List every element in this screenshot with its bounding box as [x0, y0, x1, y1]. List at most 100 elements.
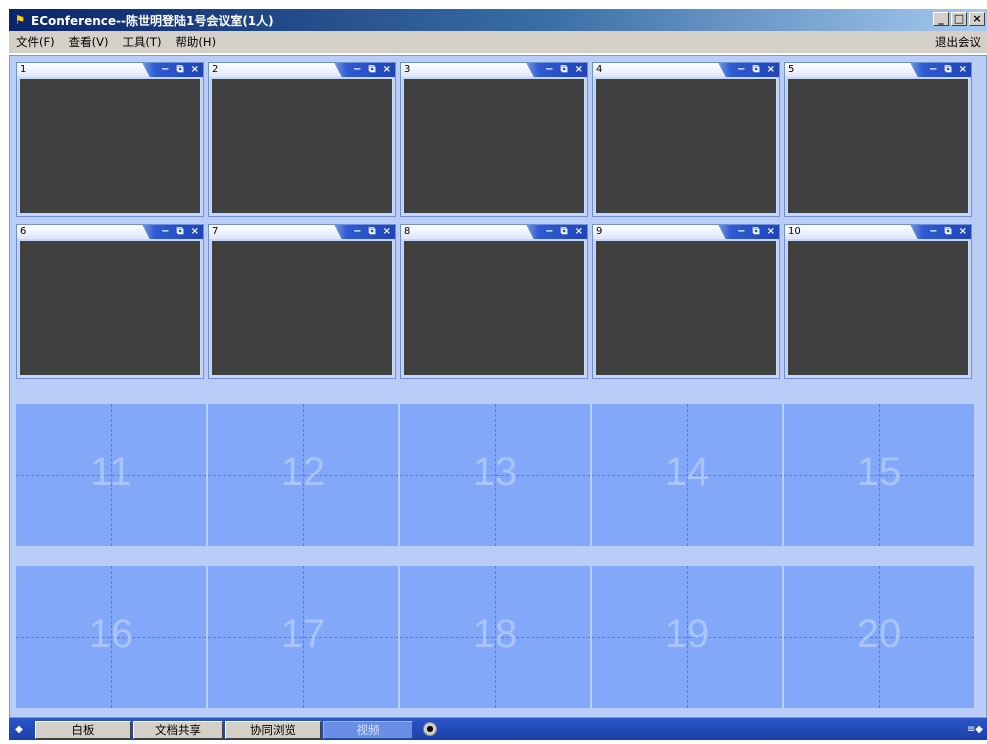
video-window-buttons: − ⧉ × [161, 225, 199, 239]
video-row-1: 1− ⧉ × 2− ⧉ × 3− ⧉ × 4− ⧉ × 5− ⧉ × [16, 62, 972, 217]
minimize-icon[interactable]: − [545, 63, 553, 77]
app-logo-icon: ⚑ [14, 13, 26, 27]
close-icon[interactable]: × [383, 63, 391, 77]
video-window-header: 9 − ⧉ × [593, 225, 779, 239]
close-icon[interactable]: × [575, 63, 583, 77]
video-window-header: 6 − ⧉ × [17, 225, 203, 239]
empty-video-slot: 14 [592, 404, 782, 546]
video-window-buttons: − ⧉ × [353, 225, 391, 239]
close-icon[interactable]: × [575, 225, 583, 239]
video-screen [596, 79, 776, 213]
video-window-header: 3 − ⧉ × [401, 63, 587, 77]
empty-video-slot: 12 [208, 404, 398, 546]
tab-bar: ◆ 白板 文档共享 协同浏览 视频 ● ≡◆ [9, 718, 987, 740]
minimize-icon[interactable]: − [545, 225, 553, 239]
close-icon[interactable]: × [767, 225, 775, 239]
video-window-buttons: − ⧉ × [929, 63, 967, 77]
video-row-2: 6− ⧉ × 7− ⧉ × 8− ⧉ × 9− ⧉ × 10− ⧉ × [16, 224, 972, 379]
video-window-buttons: − ⧉ × [737, 225, 775, 239]
video-window[interactable]: 4 − ⧉ × [592, 62, 780, 217]
video-window-buttons: − ⧉ × [353, 63, 391, 77]
restore-icon[interactable]: ⧉ [560, 63, 567, 77]
close-icon[interactable]: × [959, 225, 967, 239]
video-window[interactable]: 3 − ⧉ × [400, 62, 588, 217]
minimize-icon[interactable]: − [929, 225, 937, 239]
menu-view[interactable]: 查看(V) [62, 34, 116, 50]
video-window-header: 8 − ⧉ × [401, 225, 587, 239]
video-window-buttons: − ⧉ × [929, 225, 967, 239]
video-window-header: 7 − ⧉ × [209, 225, 395, 239]
video-window-number: 7 [212, 226, 219, 237]
empty-video-slot: 19 [592, 566, 782, 708]
minimize-icon[interactable]: − [929, 63, 937, 77]
video-window[interactable]: 7 − ⧉ × [208, 224, 396, 379]
exit-meeting-button[interactable]: 退出会议 [935, 34, 981, 50]
video-window-header: 1 − ⧉ × [17, 63, 203, 77]
empty-video-slot: 18 [400, 566, 590, 708]
minimize-icon[interactable]: − [161, 225, 169, 239]
close-icon[interactable]: × [959, 63, 967, 77]
restore-icon[interactable]: ⧉ [944, 225, 951, 239]
tab-whiteboard[interactable]: 白板 [35, 721, 131, 739]
video-window-header: 2 − ⧉ × [209, 63, 395, 77]
video-window-header: 10 − ⧉ × [785, 225, 971, 239]
slot-number: 20 [856, 612, 902, 656]
tab-scroll-left-icon[interactable]: ◆ [9, 724, 29, 735]
video-window[interactable]: 9 − ⧉ × [592, 224, 780, 379]
menu-tools[interactable]: 工具(T) [115, 34, 168, 50]
minimize-icon[interactable]: − [737, 225, 745, 239]
maximize-button[interactable]: □ [951, 12, 967, 26]
empty-video-slot: 20 [784, 566, 974, 708]
slot-number: 15 [856, 450, 902, 494]
close-icon[interactable]: × [383, 225, 391, 239]
restore-icon[interactable]: ⧉ [176, 225, 183, 239]
minimize-button[interactable]: _ [933, 12, 949, 26]
video-screen [404, 241, 584, 375]
restore-icon[interactable]: ⧉ [368, 63, 375, 77]
video-window[interactable]: 10 − ⧉ × [784, 224, 972, 379]
video-window-number: 4 [596, 64, 603, 75]
restore-icon[interactable]: ⧉ [944, 63, 951, 77]
tab-co-browse[interactable]: 协同浏览 [225, 721, 321, 739]
restore-icon[interactable]: ⧉ [560, 225, 567, 239]
tab-document-share[interactable]: 文档共享 [133, 721, 223, 739]
restore-icon[interactable]: ⧉ [176, 63, 183, 77]
tab-menu-icon[interactable]: ● [423, 722, 437, 736]
menu-help[interactable]: 帮助(H) [168, 34, 223, 50]
video-screen [212, 241, 392, 375]
close-icon[interactable]: × [191, 225, 199, 239]
restore-icon[interactable]: ⧉ [752, 225, 759, 239]
video-window[interactable]: 6 − ⧉ × [16, 224, 204, 379]
slot-number: 17 [280, 612, 326, 656]
video-window[interactable]: 2 − ⧉ × [208, 62, 396, 217]
video-window-number: 5 [788, 64, 795, 75]
slot-number: 16 [88, 612, 134, 656]
minimize-icon[interactable]: − [353, 63, 361, 77]
empty-video-slot: 15 [784, 404, 974, 546]
tab-video[interactable]: 视频 [323, 721, 413, 739]
video-window-buttons: − ⧉ × [545, 63, 583, 77]
close-icon[interactable]: × [191, 63, 199, 77]
minimize-icon[interactable]: − [353, 225, 361, 239]
video-screen [788, 79, 968, 213]
minimize-icon[interactable]: − [161, 63, 169, 77]
close-icon[interactable]: × [767, 63, 775, 77]
empty-video-slot: 17 [208, 566, 398, 708]
menu-file[interactable]: 文件(F) [9, 34, 62, 50]
minimize-icon[interactable]: − [737, 63, 745, 77]
video-window[interactable]: 5 − ⧉ × [784, 62, 972, 217]
restore-icon[interactable]: ⧉ [368, 225, 375, 239]
video-screen [596, 241, 776, 375]
restore-icon[interactable]: ⧉ [752, 63, 759, 77]
video-window[interactable]: 8 − ⧉ × [400, 224, 588, 379]
video-window[interactable]: 1 − ⧉ × [16, 62, 204, 217]
video-window-header: 5 − ⧉ × [785, 63, 971, 77]
panel-menu-icon[interactable]: ≡◆ [967, 724, 983, 735]
video-window-buttons: − ⧉ × [161, 63, 199, 77]
empty-video-slot: 13 [400, 404, 590, 546]
empty-video-slot: 16 [16, 566, 206, 708]
video-window-buttons: − ⧉ × [545, 225, 583, 239]
close-button[interactable]: × [969, 12, 985, 26]
video-screen [20, 79, 200, 213]
video-window-number: 9 [596, 226, 603, 237]
